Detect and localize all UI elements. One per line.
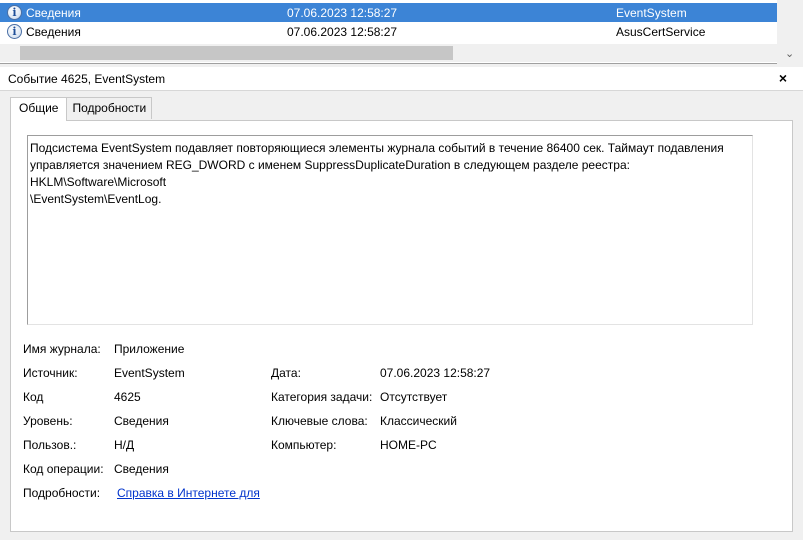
log-name-value: Приложение xyxy=(114,342,185,356)
event-row[interactable]: Сведения 07.06.2023 12:58:27 AsusCertSer… xyxy=(0,22,777,41)
event-description[interactable]: Подсистема EventSystem подавляет повторя… xyxy=(27,135,753,325)
source-label: Источник: xyxy=(23,366,78,380)
code-value: 4625 xyxy=(114,390,141,404)
event-source: AsusCertService xyxy=(616,24,706,39)
event-row[interactable]: Сведения 07.06.2023 12:58:27 EventSystem xyxy=(0,3,777,22)
event-date: 07.06.2023 12:58:27 xyxy=(287,5,398,20)
date-label: Дата: xyxy=(271,366,301,380)
keywords-value: Классический xyxy=(380,414,457,428)
tab-details[interactable]: Подробности xyxy=(66,97,153,119)
event-detail-title: Событие 4625, EventSystem xyxy=(8,72,166,86)
date-value: 07.06.2023 12:58:27 xyxy=(380,366,491,380)
detail-tabs: Общие Подробности xyxy=(10,97,153,121)
close-icon[interactable]: × xyxy=(779,70,787,86)
horizontal-scroll-thumb[interactable] xyxy=(20,46,453,60)
general-tab-panel: Подсистема EventSystem подавляет повторя… xyxy=(10,120,793,532)
event-date: 07.06.2023 12:58:27 xyxy=(287,24,398,39)
level-value: Сведения xyxy=(114,414,169,428)
log-name-label: Имя журнала: xyxy=(23,342,101,356)
vertical-scrollbar[interactable]: ⌄ xyxy=(777,0,803,64)
code-label: Код xyxy=(23,390,44,404)
event-list: Сведения 07.06.2023 12:58:27 EventSystem… xyxy=(0,0,803,64)
level-label: Уровень: xyxy=(23,414,73,428)
task-category-value: Отсутствует xyxy=(380,390,448,404)
user-value: Н/Д xyxy=(114,438,135,452)
keywords-label: Ключевые слова: xyxy=(271,414,368,428)
event-level: Сведения xyxy=(26,5,81,20)
computer-value: HOME-PC xyxy=(380,438,437,452)
event-level: Сведения xyxy=(26,24,81,39)
horizontal-scrollbar[interactable] xyxy=(0,44,777,62)
info-icon xyxy=(7,5,22,20)
user-label: Пользов.: xyxy=(23,438,77,452)
event-source: EventSystem xyxy=(616,5,687,20)
task-category-label: Категория задачи: xyxy=(271,390,373,404)
opcode-label: Код операции: xyxy=(23,462,104,476)
source-value: EventSystem xyxy=(114,366,185,380)
online-help-link[interactable]: Справка в Интернете для xyxy=(117,486,260,500)
more-info-label: Подробности: xyxy=(23,486,101,500)
chevron-down-icon[interactable]: ⌄ xyxy=(785,47,794,60)
tab-general[interactable]: Общие xyxy=(10,97,68,121)
info-icon xyxy=(7,24,22,39)
opcode-value: Сведения xyxy=(114,462,169,476)
event-detail-header: Событие 4625, EventSystem × xyxy=(0,67,803,91)
computer-label: Компьютер: xyxy=(271,438,337,452)
